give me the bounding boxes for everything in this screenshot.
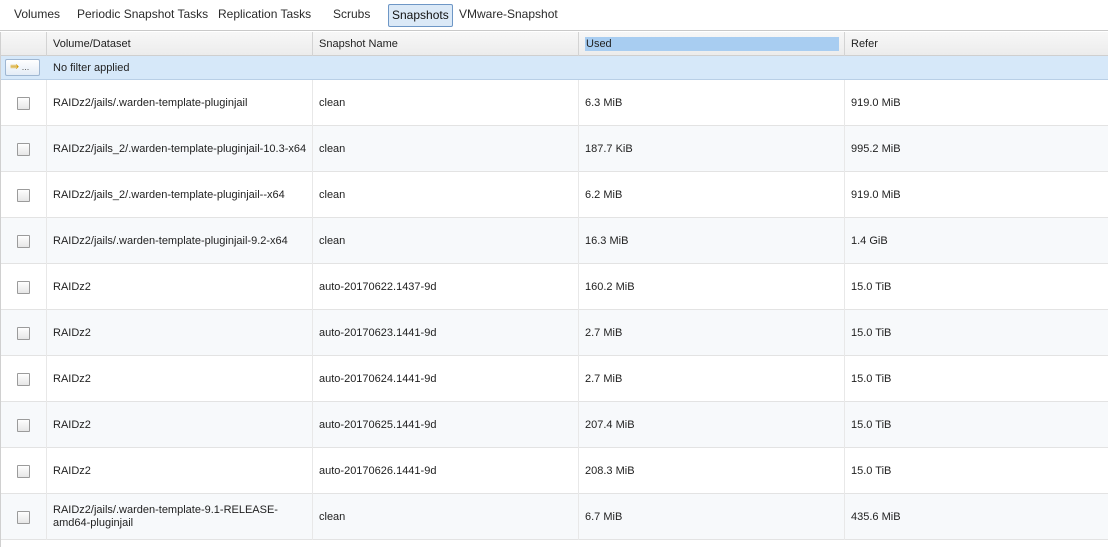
row-select-cell — [1, 218, 47, 264]
row-select-cell — [1, 494, 47, 540]
tab-snapshots[interactable]: Snapshots — [388, 4, 453, 27]
dataset-cell: RAIDz2 — [47, 448, 313, 494]
tab-scrubs[interactable]: Scrubs — [330, 4, 373, 27]
table-row[interactable]: RAIDz2 auto-20170625.1441-9d 207.4 MiB 1… — [1, 402, 1108, 448]
used-cell: 6.3 MiB — [579, 80, 845, 126]
column-header-used-label: Used — [585, 37, 839, 51]
table-row[interactable]: RAIDz2 auto-20170623.1441-9d 2.7 MiB 15.… — [1, 310, 1108, 356]
dataset-cell: RAIDz2 — [47, 310, 313, 356]
snapshot-name-cell: clean — [313, 80, 579, 126]
used-cell: 187.7 KiB — [579, 126, 845, 172]
row-checkbox[interactable] — [17, 96, 30, 110]
snapshot-name-cell: auto-20170622.1437-9d — [313, 264, 579, 310]
column-header-volume-dataset[interactable]: Volume/Dataset — [47, 32, 313, 56]
row-checkbox[interactable] — [17, 234, 30, 248]
dataset-cell: RAIDz2/jails/.warden-template-pluginjail — [47, 80, 313, 126]
snapshot-name-cell: clean — [313, 218, 579, 264]
dataset-cell: RAIDz2/jails_2/.warden-template-pluginja… — [47, 172, 313, 218]
refer-cell: 995.2 MiB — [851, 143, 901, 155]
tab-bar: Volumes Periodic Snapshot Tasks Replicat… — [0, 0, 1108, 31]
filter-bar: ⇛ ... No filter applied — [1, 56, 1108, 80]
column-header-refer[interactable]: Refer — [845, 32, 1108, 56]
used-cell: 208.3 MiB — [579, 448, 845, 494]
table-row[interactable]: RAIDz2/jails/.warden-template-pluginjail… — [1, 218, 1108, 264]
column-header-snapshot-name[interactable]: Snapshot Name — [313, 32, 579, 56]
dataset-cell: RAIDz2/jails/.warden-template-pluginjail… — [47, 218, 313, 264]
refer-cell: 15.0 TiB — [851, 281, 892, 293]
dataset-cell: RAIDz2/jails/.warden-template-9.1-RELEAS… — [47, 494, 313, 540]
filter-button[interactable]: ⇛ ... — [5, 59, 40, 76]
row-checkbox[interactable] — [17, 510, 30, 524]
refer-cell: 15.0 TiB — [851, 327, 892, 339]
used-cell: 2.7 MiB — [579, 356, 845, 402]
tab-vmware-snapshot[interactable]: VMware-Snapshot — [456, 4, 561, 27]
refer-cell: 435.6 MiB — [851, 511, 901, 523]
table-row[interactable]: RAIDz2/jails/.warden-template-pluginjail… — [1, 80, 1108, 126]
filter-button-label: ... — [21, 62, 30, 72]
tab-periodic-snapshot-tasks[interactable]: Periodic Snapshot Tasks — [74, 4, 211, 27]
filter-status-text: No filter applied — [53, 62, 130, 74]
table-row[interactable]: RAIDz2 auto-20170624.1441-9d 2.7 MiB 15.… — [1, 356, 1108, 402]
used-cell: 2.7 MiB — [579, 310, 845, 356]
row-select-cell — [1, 356, 47, 402]
refer-cell: 15.0 TiB — [851, 373, 892, 385]
dataset-cell: RAIDz2 — [47, 402, 313, 448]
snapshot-name-cell: auto-20170624.1441-9d — [313, 356, 579, 402]
used-cell: 160.2 MiB — [579, 264, 845, 310]
row-select-cell — [1, 402, 47, 448]
snapshot-name-cell: auto-20170623.1441-9d — [313, 310, 579, 356]
row-checkbox[interactable] — [17, 372, 30, 386]
row-checkbox[interactable] — [17, 142, 30, 156]
snapshot-name-cell: clean — [313, 172, 579, 218]
snapshot-name-cell: clean — [313, 494, 579, 540]
table-row[interactable]: RAIDz2 auto-20170622.1437-9d 160.2 MiB 1… — [1, 264, 1108, 310]
snapshot-name-cell: auto-20170626.1441-9d — [313, 448, 579, 494]
table-row[interactable]: RAIDz2/jails/.warden-template-9.1-RELEAS… — [1, 494, 1108, 540]
refer-cell: 1.4 GiB — [851, 235, 888, 247]
refer-cell: 15.0 TiB — [851, 465, 892, 477]
refer-cell: 919.0 MiB — [851, 189, 901, 201]
row-checkbox[interactable] — [17, 280, 30, 294]
used-cell: 16.3 MiB — [579, 218, 845, 264]
row-select-cell — [1, 310, 47, 356]
dataset-cell: RAIDz2 — [47, 356, 313, 402]
row-checkbox[interactable] — [17, 464, 30, 478]
row-select-cell — [1, 264, 47, 310]
row-select-cell — [1, 448, 47, 494]
row-select-cell — [1, 172, 47, 218]
snapshot-name-cell: clean — [313, 126, 579, 172]
row-checkbox[interactable] — [17, 418, 30, 432]
snapshots-grid: Volume/Dataset Snapshot Name Used Refer … — [0, 32, 1108, 547]
table-row[interactable]: RAIDz2/jails_2/.warden-template-pluginja… — [1, 172, 1108, 218]
row-checkbox[interactable] — [17, 188, 30, 202]
dataset-cell: RAIDz2 — [47, 264, 313, 310]
row-select-cell — [1, 126, 47, 172]
used-cell: 207.4 MiB — [579, 402, 845, 448]
filter-arrow-icon: ⇛ — [10, 61, 20, 73]
used-cell: 6.7 MiB — [579, 494, 845, 540]
column-header-used[interactable]: Used — [579, 32, 845, 56]
snapshot-name-cell: auto-20170625.1441-9d — [313, 402, 579, 448]
refer-cell: 919.0 MiB — [851, 97, 901, 109]
select-column-header — [1, 32, 47, 56]
used-cell: 6.2 MiB — [579, 172, 845, 218]
table-row[interactable]: RAIDz2 auto-20170626.1441-9d 208.3 MiB 1… — [1, 448, 1108, 494]
tab-replication-tasks[interactable]: Replication Tasks — [215, 4, 314, 27]
row-select-cell — [1, 80, 47, 126]
row-checkbox[interactable] — [17, 326, 30, 340]
dataset-cell: RAIDz2/jails_2/.warden-template-pluginja… — [47, 126, 313, 172]
grid-header: Volume/Dataset Snapshot Name Used Refer — [1, 32, 1108, 56]
table-row[interactable]: RAIDz2/jails_2/.warden-template-pluginja… — [1, 126, 1108, 172]
refer-cell: 15.0 TiB — [851, 419, 892, 431]
tab-volumes[interactable]: Volumes — [11, 4, 63, 27]
